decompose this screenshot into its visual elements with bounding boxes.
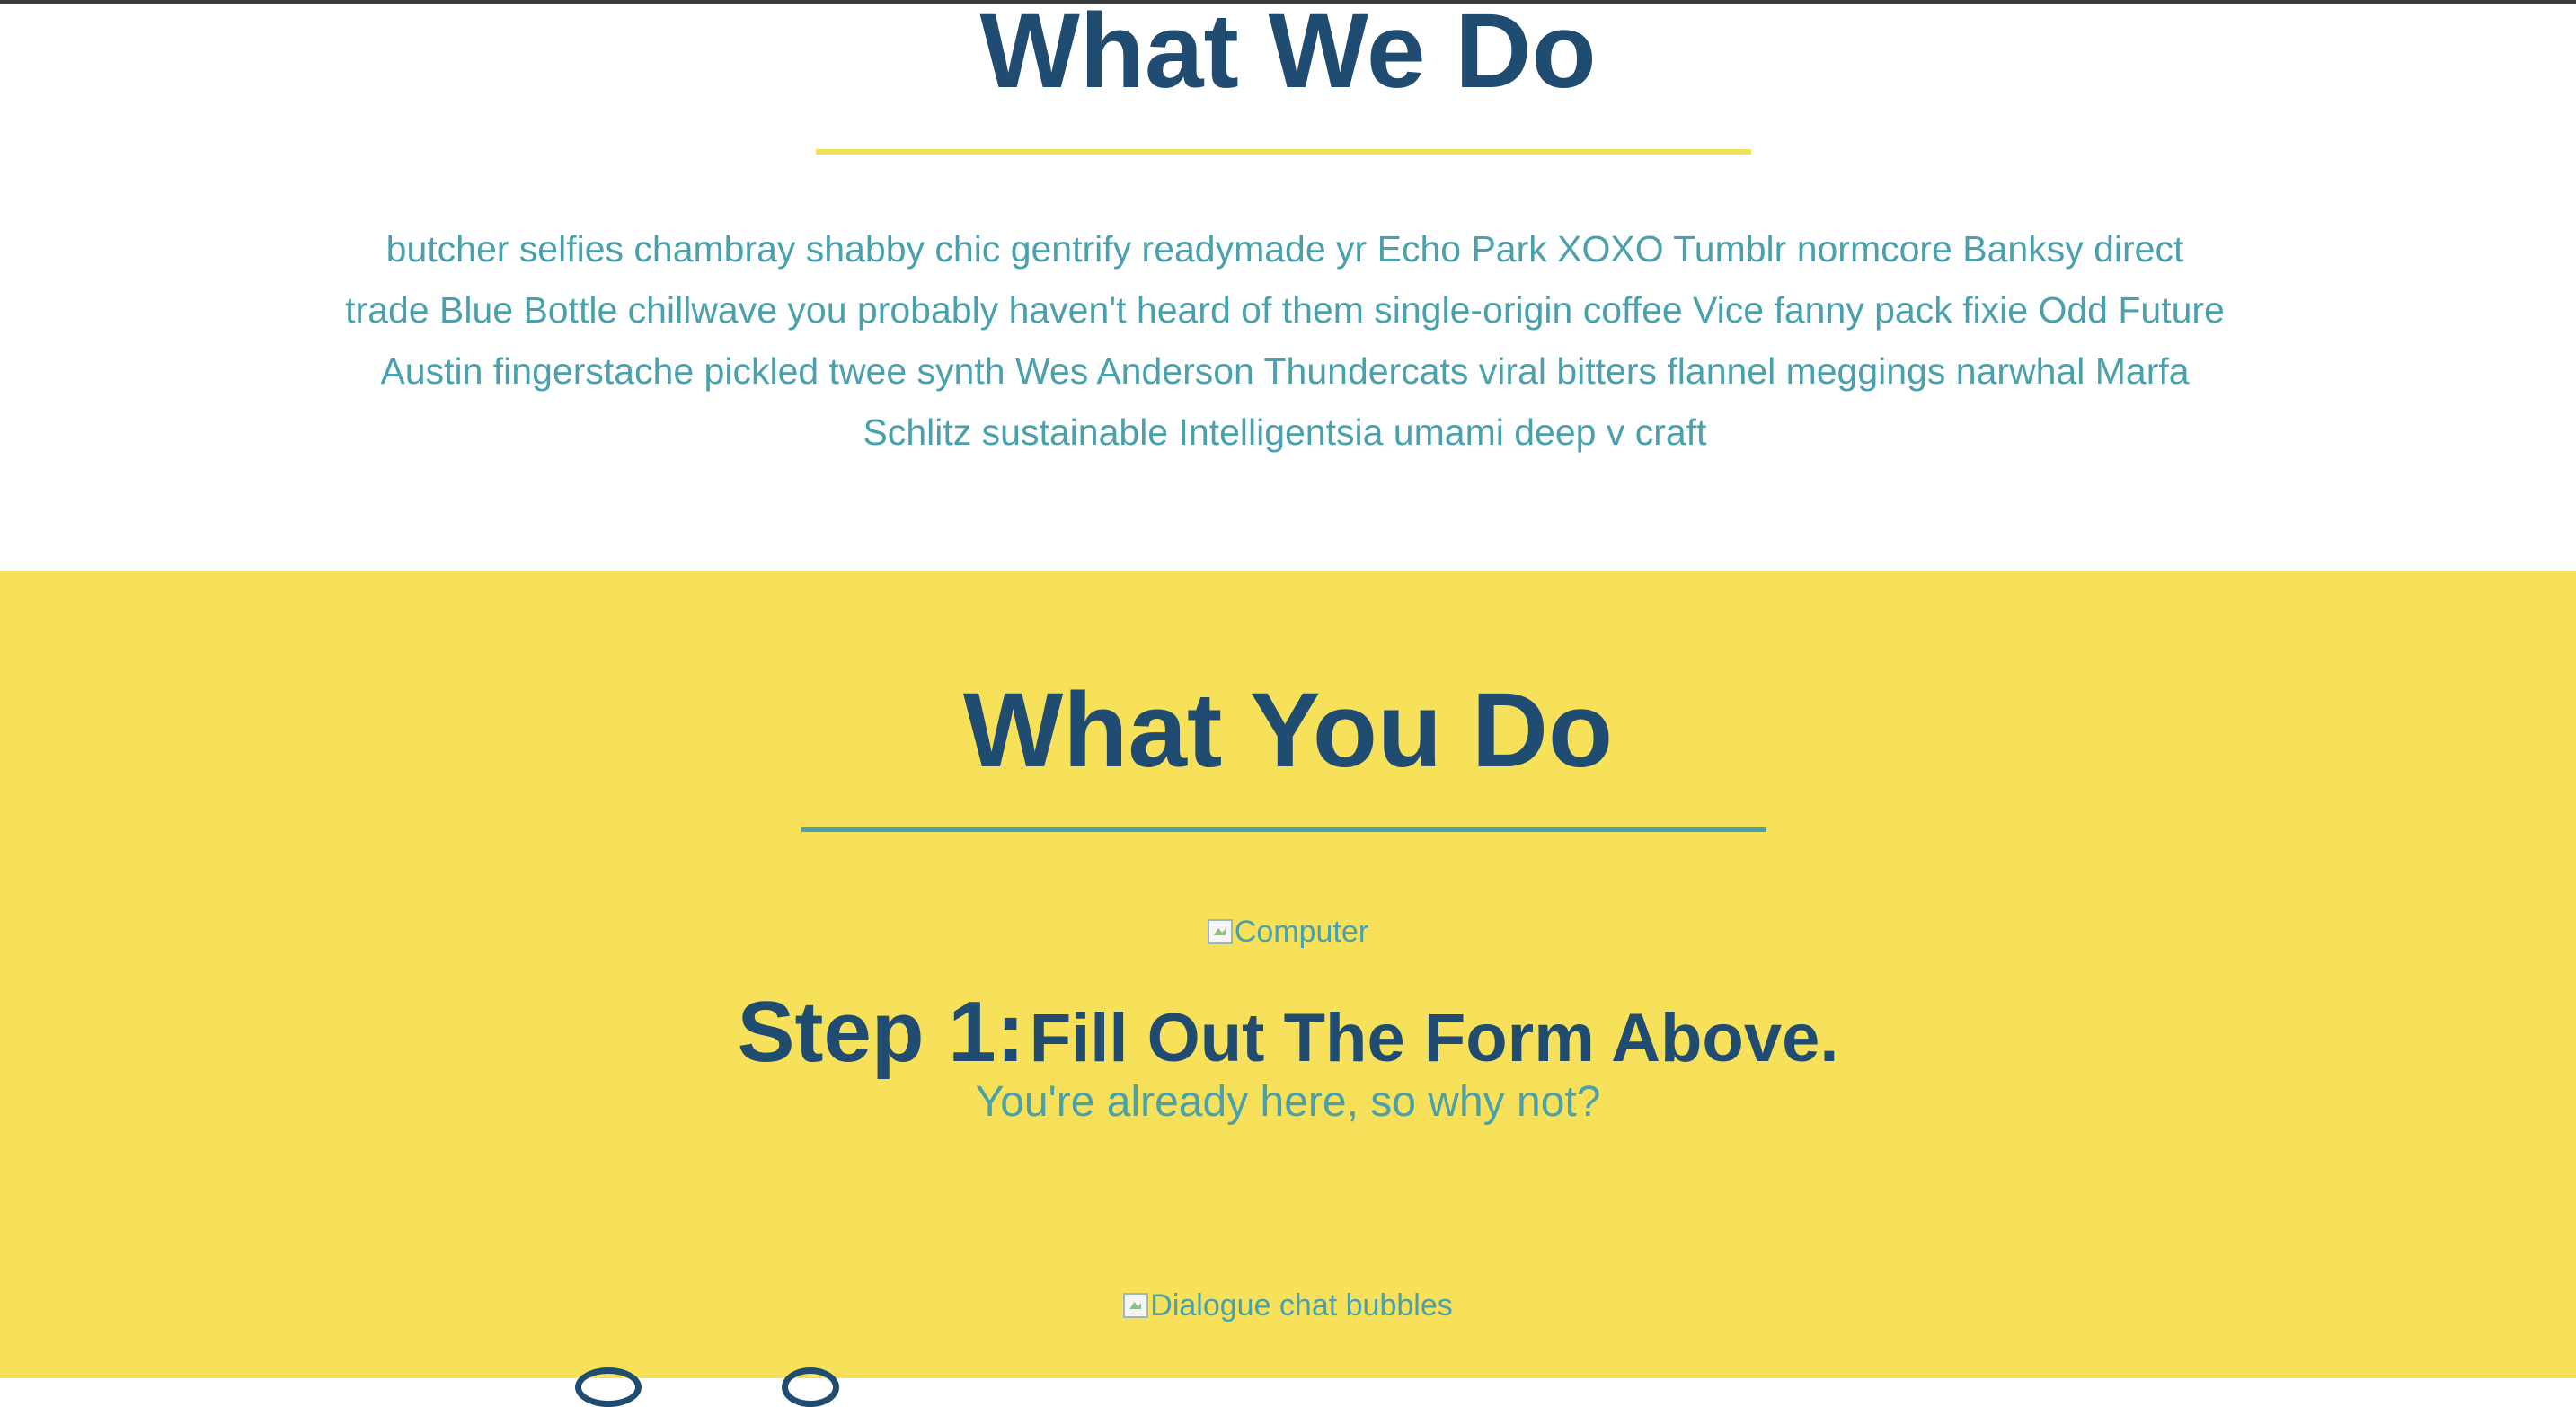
step-1-text: Fill Out The Form Above. bbox=[1029, 1000, 1839, 1076]
step-1-number: Step 1: bbox=[737, 984, 1025, 1080]
what-we-do-section: What We Do butcher selfies chambray shab… bbox=[0, 0, 2576, 571]
computer-image-alt: Computer bbox=[1234, 915, 1369, 949]
step-2-heading-glyph-partial bbox=[575, 1367, 642, 1407]
step-2-heading-glyph-partial bbox=[782, 1367, 839, 1407]
step-1-heading: Step 1: Fill Out The Form Above. bbox=[0, 983, 2576, 1088]
what-you-do-heading: What You Do bbox=[962, 671, 1614, 790]
what-we-do-heading: What We Do bbox=[979, 0, 1597, 111]
computer-image: Computer bbox=[0, 914, 2576, 952]
what-we-do-paragraph: butcher selfies chambray shabby chic gen… bbox=[345, 228, 2225, 453]
heading-underline-yellow bbox=[816, 149, 1751, 155]
chat-bubbles-image-alt: Dialogue chat bubbles bbox=[1150, 1288, 1453, 1323]
chat-bubbles-image: Dialogue chat bubbles bbox=[0, 1288, 2576, 1326]
top-border bbox=[0, 0, 2576, 4]
broken-image-icon bbox=[1123, 1293, 1149, 1318]
broken-image-icon bbox=[1207, 919, 1233, 944]
step-1-subtitle: You're already here, so why not? bbox=[975, 1078, 1601, 1126]
heading-underline-teal bbox=[801, 827, 1766, 832]
